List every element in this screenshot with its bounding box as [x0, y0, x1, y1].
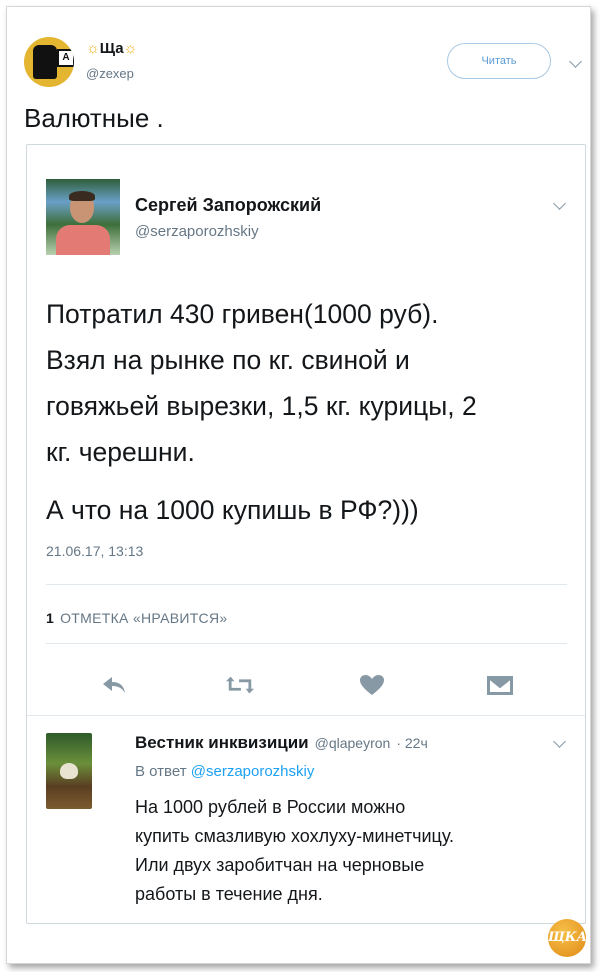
divider: [46, 643, 567, 644]
tweet-frame: A ☼Ща☼ @zexep Читать Валютные . Сергей З…: [6, 6, 591, 964]
divider: [27, 715, 585, 716]
avatar[interactable]: [46, 733, 92, 809]
text-line: работы в течение дня.: [135, 884, 323, 904]
chevron-down-icon[interactable]: [553, 735, 566, 748]
chevron-down-icon[interactable]: [569, 55, 582, 68]
divider: [46, 584, 567, 585]
text-line: Потратил 430 гривен(1000 руб).: [46, 299, 439, 329]
text-line: кг. черешни.: [46, 437, 195, 467]
text-line: говяжьей вырезки, 1,5 кг. курицы, 2: [46, 391, 477, 421]
heart-icon[interactable]: [357, 670, 387, 700]
retweet-icon[interactable]: [225, 670, 255, 700]
sun-icon: ☼: [86, 40, 100, 57]
reply-author[interactable]: Вестник инквизиции @qlapeyron · 22ч: [135, 733, 428, 753]
quoted-author-handle[interactable]: @serzaporozhskiy: [135, 223, 259, 240]
text-line: Или двух заробитчан на черновые: [135, 855, 425, 875]
text-line: А что на 1000 купишь в РФ?))): [46, 495, 419, 525]
text-line: На 1000 рублей в России можно: [135, 797, 406, 817]
likes-count[interactable]: 1 ОТМЕТКА «НРАВИТСЯ»: [46, 610, 227, 626]
sun-icon: ☼: [123, 40, 138, 57]
reply-context: В ответ @serzaporozhskiy: [135, 763, 315, 780]
text-line: Взял на рынке по кг. свиной и: [46, 345, 410, 375]
watermark-logo: ЩКА: [548, 919, 587, 957]
quoted-tweet-text: Потратил 430 гривен(1000 руб). Взял на р…: [46, 291, 566, 533]
reply-icon[interactable]: [99, 670, 129, 700]
quoted-author-name[interactable]: Сергей Запорожский: [135, 195, 321, 216]
follow-button[interactable]: Читать: [447, 43, 551, 79]
hand-icon: [33, 45, 57, 79]
reply-to-link[interactable]: @serzaporozhskiy: [191, 763, 315, 780]
badge-a-icon: A: [57, 49, 74, 67]
avatar[interactable]: [46, 179, 120, 255]
text-line: купить смазливую хохлуху-минетчицу.: [135, 826, 455, 846]
tweet-text: Валютные .: [24, 103, 164, 133]
avatar[interactable]: A: [24, 37, 74, 87]
author-name[interactable]: ☼Ща☼: [86, 40, 137, 57]
quoted-tweet-card[interactable]: Сергей Запорожский @serzaporozhskiy Потр…: [26, 144, 586, 924]
author-handle[interactable]: @zexep: [86, 66, 134, 81]
skull-icon: [60, 763, 78, 779]
timestamp[interactable]: 21.06.17, 13:13: [46, 543, 143, 559]
chevron-down-icon[interactable]: [553, 197, 566, 210]
reply-text: На 1000 рублей в России можно купить сма…: [135, 793, 555, 909]
dm-icon[interactable]: [485, 670, 515, 700]
